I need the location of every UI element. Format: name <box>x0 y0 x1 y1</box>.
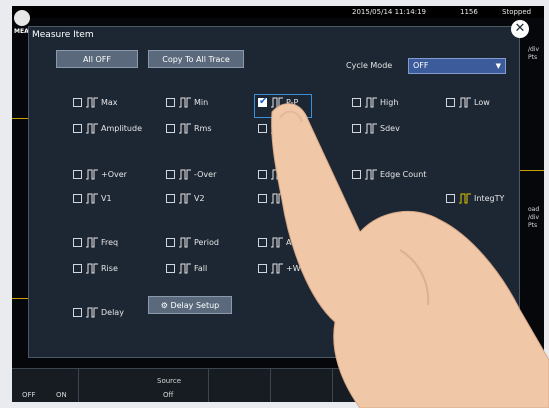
hand-image <box>271 103 549 408</box>
hand-shape <box>271 103 549 408</box>
